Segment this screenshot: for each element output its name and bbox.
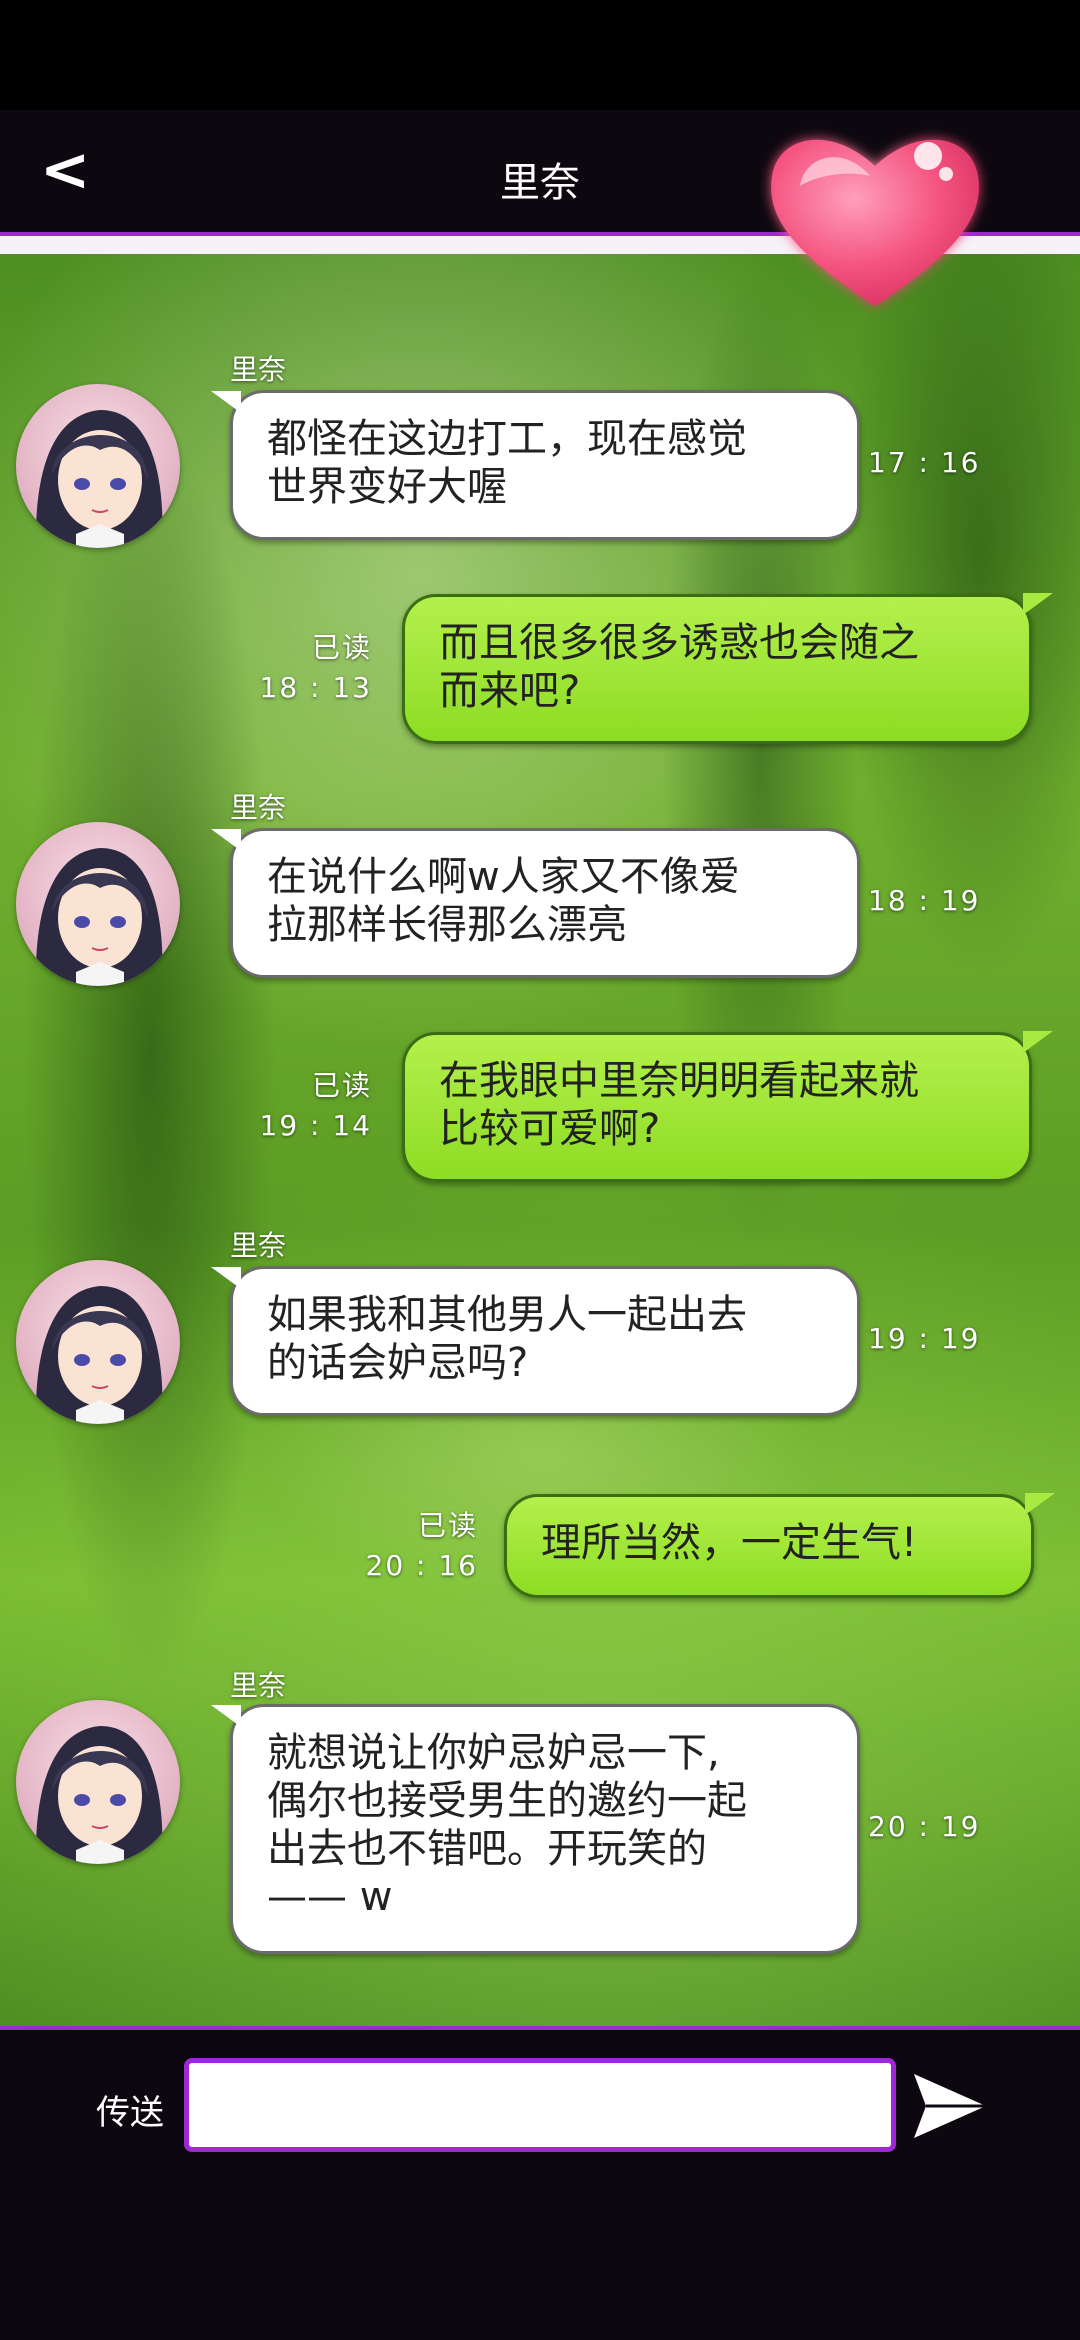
message-line: 比较可爱啊? [439,1106,661,1152]
sender-name: 里奈 [230,1669,287,1702]
message-time: 20 : 19 [868,1810,981,1843]
message-line: 在说什么啊w人家又不像爱 [267,854,740,900]
send-label: 传送 [96,2093,164,2133]
sender-name: 里奈 [230,791,287,824]
chat-area[interactable]: 里奈 都怪在这边打工，现在感觉 世界变好大喔 17 : 16 已读 18 : 1… [0,254,1080,2026]
message-time: 19 : 19 [868,1322,981,1355]
message-line: 如果我和其他男人一起出去 [267,1292,747,1338]
send-arrow-icon[interactable] [910,2070,990,2142]
message-bubble[interactable]: 都怪在这边打工，现在感觉 世界变好大喔 [211,390,860,540]
message-line: —— w [267,1874,393,1920]
heart-icon[interactable] [760,116,990,316]
message-time: 17 : 16 [868,446,981,479]
message-bubble[interactable]: 而且很多很多诱惑也会随之 而来吧? [402,593,1053,744]
message-input[interactable] [184,2058,896,2152]
read-receipt: 已读 [417,1509,478,1542]
sender-name: 里奈 [230,1229,287,1262]
sender-name: 里奈 [230,353,287,386]
message-line: 都怪在这边打工，现在感觉 [267,416,747,462]
bubble-tail [211,391,241,413]
input-bar: 传送 [0,2030,1080,2340]
bubble-tail [211,1267,241,1289]
bubble-tail [1023,593,1053,615]
message-line: 理所当然，一定生气! [541,1520,918,1566]
bubble-tail [211,829,241,851]
bubble-tail [211,1705,241,1727]
avatar[interactable] [16,384,180,548]
bubble-tail [1023,1031,1053,1053]
message-line: 拉那样长得那么漂亮 [267,902,627,948]
message-line: 的话会妒忌吗? [267,1340,529,1386]
message-line: 出去也不错吧。开玩笑的 [267,1826,707,1872]
message-bubble[interactable]: 在我眼中里奈明明看起来就 比较可爱啊? [402,1031,1053,1182]
message-line: 偶尔也接受男生的邀约一起 [267,1778,747,1824]
read-receipt: 已读 [311,1069,372,1102]
message-line: 在我眼中里奈明明看起来就 [439,1058,919,1104]
message-time: 18 : 19 [868,884,981,917]
message-bubble[interactable]: 在说什么啊w人家又不像爱 拉那样长得那么漂亮 [211,828,860,978]
bubble-tail [1025,1493,1055,1515]
message-time: 20 : 16 [365,1549,478,1582]
message-line: 而来吧? [439,668,581,714]
avatar[interactable] [16,1260,180,1424]
message-bubble[interactable]: 理所当然，一定生气! [504,1493,1055,1598]
message-line: 而且很多很多诱惑也会随之 [439,620,919,666]
avatar[interactable] [16,822,180,986]
avatar[interactable] [16,1700,180,1864]
message-time: 19 : 14 [259,1109,372,1142]
message-bubble[interactable]: 就想说让你妒忌妒忌一下, 偶尔也接受男生的邀约一起 出去也不错吧。开玩笑的 ——… [211,1704,860,1954]
message-line: 就想说让你妒忌妒忌一下, [267,1730,720,1776]
message-bubble[interactable]: 如果我和其他男人一起出去 的话会妒忌吗? [211,1266,860,1416]
message-line: 世界变好大喔 [267,464,507,510]
message-time: 18 : 13 [259,671,372,704]
status-bar [0,0,1080,110]
read-receipt: 已读 [311,631,372,664]
